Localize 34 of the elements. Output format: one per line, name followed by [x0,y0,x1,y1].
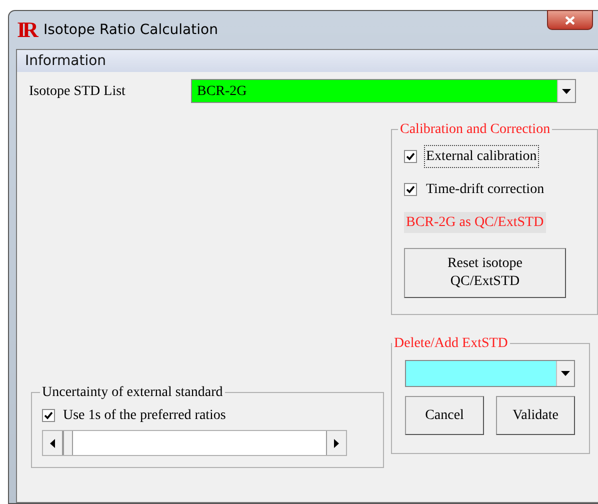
scroll-thumb[interactable] [63,431,73,455]
field-label: Isotope STD List [29,82,126,100]
window-title: Isotope Ratio Calculation [43,20,218,40]
option-label: External calibration [425,146,538,167]
caret-icon [562,88,571,94]
app-logo: IR [17,19,36,41]
dropdown-button[interactable] [556,361,574,386]
close-button[interactable] [547,10,593,30]
dropdown-value: BCR-2G [196,82,248,100]
caret-icon [561,371,570,376]
std-list-dropdown[interactable]: BCR-2G [191,79,576,103]
checkbox[interactable] [404,183,417,196]
option-label: Time-drift correction [425,181,546,199]
option-label: Use 1s of the preferred ratios [63,407,226,425]
section-header: Information [17,50,598,72]
left-arrow-icon [50,438,55,448]
close-icon [565,16,575,24]
scrollbar[interactable] [42,430,347,456]
status-text: BCR-2G as QC/ExtSTD [404,212,546,233]
group-title: Uncertainty of external standard [41,384,224,402]
action-button[interactable]: Validate [496,396,575,435]
dropdown-button[interactable] [557,80,575,102]
scroll-right-button[interactable] [326,431,346,455]
action-button[interactable]: Cancel [405,396,484,435]
reset-button[interactable]: Reset isotope QC/ExtSTD [404,248,566,298]
checkmark-icon [406,185,415,194]
checkbox[interactable] [404,150,417,163]
checkmark-icon [44,411,53,420]
scroll-left-button[interactable] [43,431,63,455]
checkbox[interactable] [42,409,55,422]
group-title: Calibration and Correction [399,121,552,139]
group-title: Delete/Add ExtSTD [393,335,509,353]
checkmark-icon [406,152,415,161]
right-arrow-icon [334,438,339,448]
